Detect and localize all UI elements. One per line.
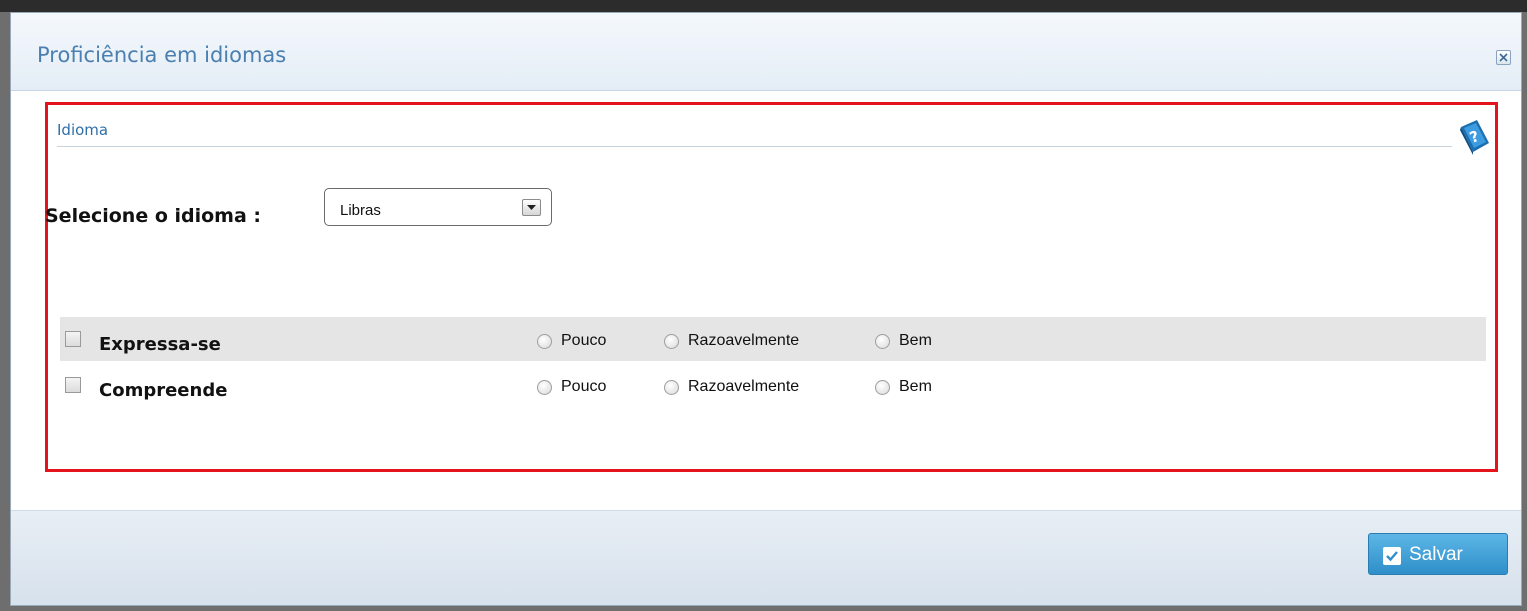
radio-button[interactable] [664,379,679,395]
dialog-titlebar: Proficiência em idiomas [11,13,1521,91]
expressa-se-checkbox[interactable] [65,331,81,347]
language-select-label: Selecione o idioma : [45,205,262,227]
radio-button[interactable] [664,333,679,349]
radio-button[interactable] [537,333,552,349]
save-button-label: Salvar [1409,544,1463,565]
radio-label-pouco: Pouco [561,378,607,395]
skill-row-compreende: Compreende Pouco Razoavelmente Bem [60,363,1486,407]
language-select-value: Libras [340,202,381,219]
checkmark-icon [1383,547,1401,565]
skill-label-compreende: Compreende [99,380,228,401]
dialog-footer: Salvar [11,510,1521,605]
help-book-icon[interactable]: ? [1457,117,1491,157]
page-top-strip [0,0,1527,12]
skill-label-expressa-se: Expressa-se [99,334,221,355]
chevron-down-icon[interactable] [522,199,541,216]
radio-label-bem: Bem [899,332,932,349]
compreende-radio-pouco[interactable]: Pouco [537,377,606,397]
language-proficiency-dialog: Proficiência em idiomas Idioma ? Selecio… [10,12,1522,606]
radio-button[interactable] [537,379,552,395]
radio-button[interactable] [875,379,890,395]
expressa-se-radio-razoavelmente[interactable]: Razoavelmente [664,331,799,351]
close-icon[interactable] [1496,50,1511,65]
radio-button[interactable] [875,333,890,349]
compreende-radio-razoavelmente[interactable]: Razoavelmente [664,377,799,397]
save-button[interactable]: Salvar [1368,533,1508,575]
compreende-checkbox[interactable] [65,377,81,393]
radio-label-razoavelmente: Razoavelmente [688,378,800,395]
skill-row-expressa-se: Expressa-se Pouco Razoavelmente Bem [60,317,1486,361]
expressa-se-radio-pouco[interactable]: Pouco [537,331,606,351]
radio-label-razoavelmente: Razoavelmente [688,332,800,349]
section-title: Idioma [57,121,109,139]
section-divider [57,146,1452,147]
dialog-title: Proficiência em idiomas [37,43,287,67]
compreende-radio-bem[interactable]: Bem [875,377,932,397]
language-section-panel: Idioma ? Selecione o idioma : Libras Exp… [45,102,1498,472]
language-select[interactable]: Libras [324,188,552,226]
radio-label-pouco: Pouco [561,332,607,349]
radio-label-bem: Bem [899,378,932,395]
expressa-se-radio-bem[interactable]: Bem [875,331,932,351]
